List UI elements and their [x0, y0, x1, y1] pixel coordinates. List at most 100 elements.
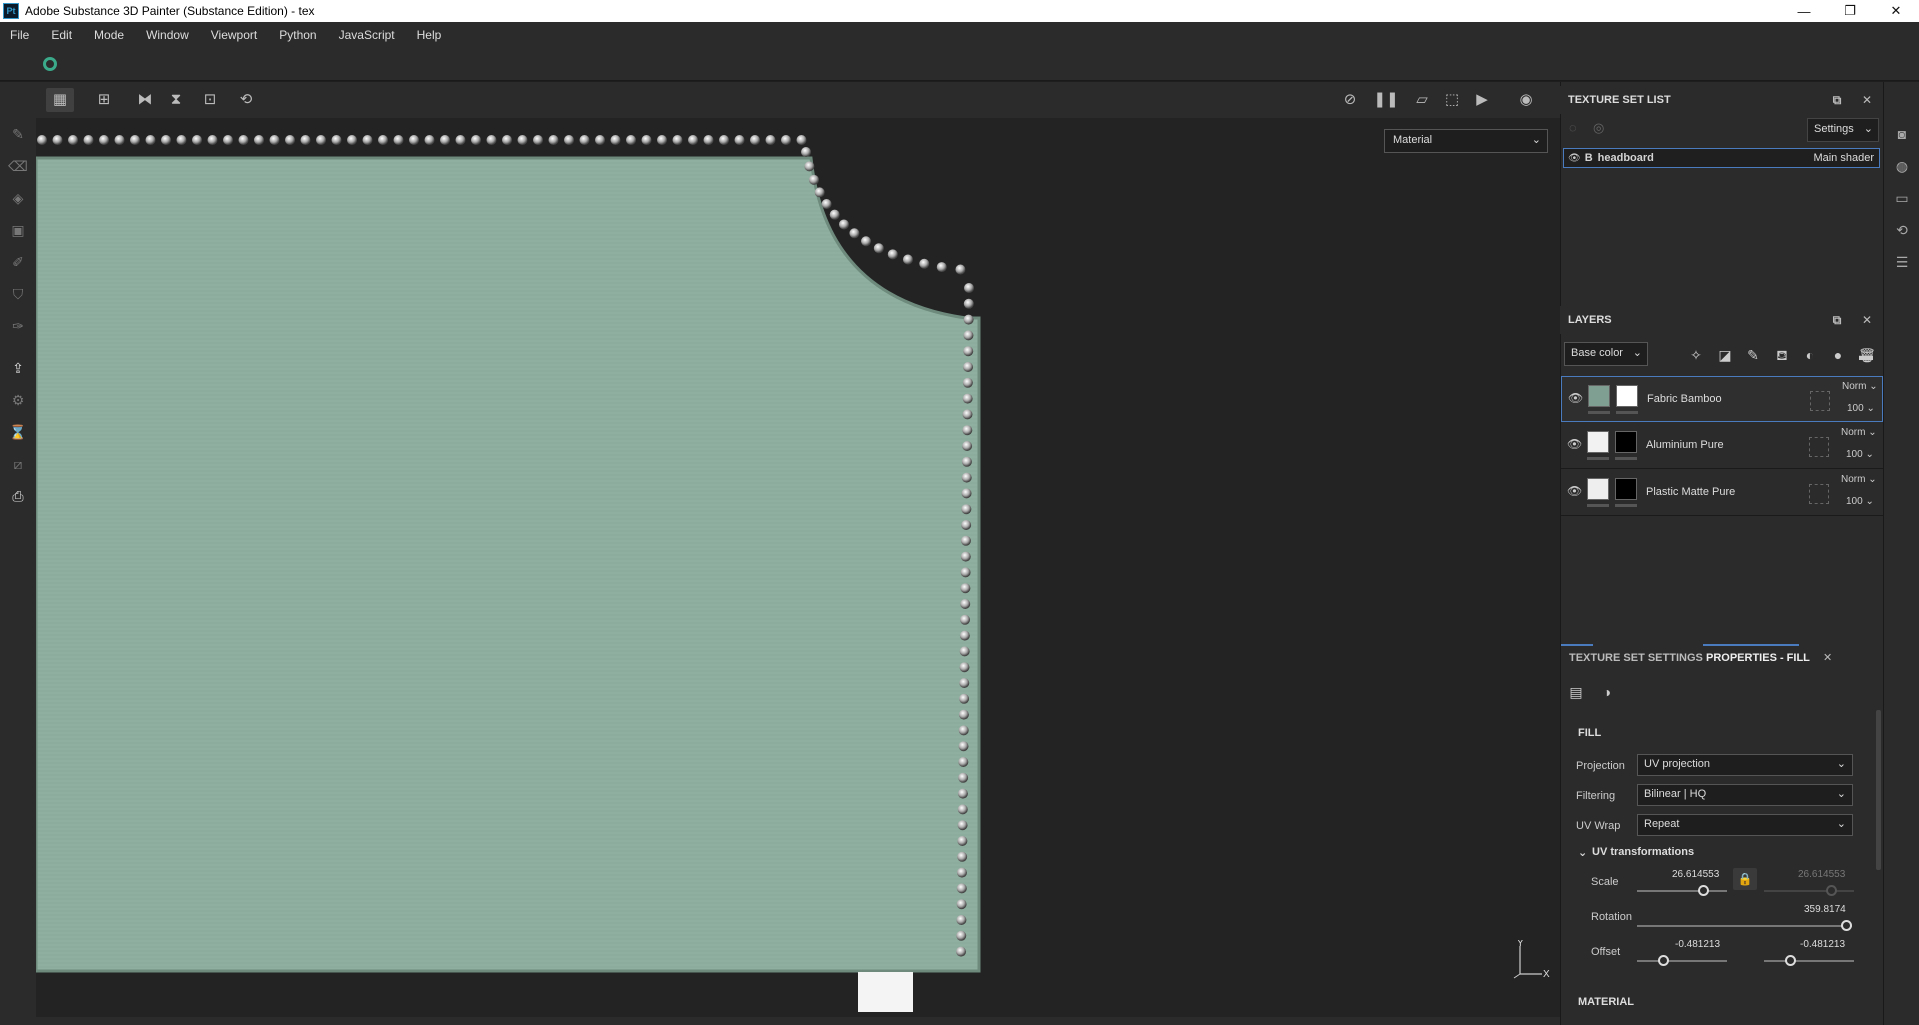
uv-transformations-title[interactable]: UV transformations — [1592, 846, 1694, 858]
menu-edit[interactable]: Edit — [51, 28, 72, 42]
menu-file[interactable]: File — [10, 28, 29, 42]
layer-blend-mode[interactable]: Norm ⌄ — [1842, 381, 1878, 392]
visibility-eye-icon[interactable]: 👁 — [1567, 437, 1582, 451]
viewport-3d[interactable] — [36, 118, 1560, 1017]
texture-set-settings-dropdown[interactable]: Settings ⌄ — [1807, 118, 1879, 142]
filtering-select[interactable]: Bilinear | HQ ⌄ — [1637, 784, 1853, 806]
trash-icon[interactable]: 🗑 — [1857, 345, 1877, 365]
visibility-eye-icon[interactable]: 👁 — [1568, 153, 1581, 164]
close-button[interactable]: ✕ — [1873, 0, 1919, 22]
assets-icon[interactable]: ▭ — [1892, 188, 1912, 208]
history-icon[interactable]: ⟲ — [1892, 220, 1912, 240]
tab-texture-set-settings[interactable]: TEXTURE SET SETTINGS — [1569, 652, 1703, 664]
minimize-button[interactable]: — — [1781, 0, 1827, 22]
properties-scrollbar[interactable] — [1876, 710, 1881, 870]
add-fill-layer-icon[interactable]: ⛾ — [1772, 345, 1792, 365]
offset-slider-v[interactable] — [1764, 960, 1854, 962]
eraser-icon[interactable]: ⌫ — [8, 156, 28, 176]
log-icon[interactable]: ☰ — [1892, 252, 1912, 272]
uv-tool-icon[interactable]: ⧄ — [8, 454, 28, 474]
projection-icon[interactable]: ◈ — [8, 188, 28, 208]
hide-icon[interactable]: ⊘ — [1336, 88, 1364, 112]
paint-brush-icon[interactable]: ✎ — [8, 124, 28, 144]
layer-opacity[interactable]: 100 ⌄ — [1847, 403, 1875, 414]
offset-slider-u-knob[interactable] — [1658, 955, 1669, 966]
scale-slider-u[interactable] — [1637, 890, 1727, 892]
shader-settings-icon[interactable]: ◍ — [1892, 156, 1912, 176]
menu-python[interactable]: Python — [279, 28, 316, 42]
visibility-eye-icon[interactable]: 👁 — [1567, 484, 1582, 498]
tab-properties-fill[interactable]: PROPERTIES - FILL — [1706, 652, 1810, 664]
menu-viewport[interactable]: Viewport — [211, 28, 257, 42]
2d-view-icon[interactable]: ▱ — [1408, 88, 1436, 112]
layer-row[interactable]: 👁 Aluminium Pure Norm ⌄ 100 ⌄ — [1561, 423, 1883, 469]
settings-icon[interactable]: ⚙ — [8, 390, 28, 410]
layer-blend-mode[interactable]: Norm ⌄ — [1841, 474, 1877, 485]
undock-icon[interactable]: ⧉ — [1830, 93, 1844, 107]
add-material-ball-icon[interactable]: ● — [1828, 345, 1848, 365]
export-icon[interactable]: ⇪ — [8, 358, 28, 378]
close-panel-icon[interactable]: ✕ — [1860, 313, 1874, 327]
camera-icon[interactable]: ▶ — [1468, 88, 1496, 112]
add-mask-icon[interactable]: ◪ — [1715, 345, 1735, 365]
layer-mask-slot[interactable] — [1809, 484, 1829, 504]
clone-stamp-icon[interactable]: ⛉ — [8, 284, 28, 304]
reset-view-icon[interactable]: ⟲ — [232, 88, 260, 112]
eye-open-icon[interactable]: ◎ — [1593, 120, 1604, 136]
menu-help[interactable]: Help — [417, 28, 442, 42]
single-view-icon[interactable]: ▦ — [46, 88, 74, 112]
collapse-chevron-icon[interactable]: ⌄ — [1578, 846, 1587, 859]
offset-value-v[interactable]: -0.481213 — [1800, 939, 1845, 950]
layer-row[interactable]: 👁 Fabric Bamboo Norm ⌄ 100 ⌄ — [1561, 376, 1883, 422]
layer-mask-slot[interactable] — [1810, 391, 1830, 411]
smudge-icon[interactable]: ✐ — [8, 252, 28, 272]
mirror-x-icon[interactable]: ⧓ — [131, 88, 159, 112]
layer-row[interactable]: 👁 Plastic Matte Pure Norm ⌄ 100 ⌄ — [1561, 470, 1883, 516]
uvwrap-select[interactable]: Repeat ⌄ — [1637, 814, 1853, 836]
layer-mask-slot[interactable] — [1809, 437, 1829, 457]
menu-window[interactable]: Window — [146, 28, 189, 42]
rotation-slider[interactable] — [1637, 925, 1852, 927]
pause-icon[interactable]: ❚❚ — [1372, 88, 1400, 112]
color-picker-icon[interactable]: ✑ — [8, 316, 28, 336]
material-icon[interactable]: ◑ — [1597, 682, 1617, 702]
offset-slider-v-knob[interactable] — [1785, 955, 1796, 966]
bake-icon[interactable]: ⌛ — [8, 422, 28, 442]
undock-icon[interactable]: ⧉ — [1830, 313, 1844, 327]
maximize-button[interactable]: ❐ — [1827, 0, 1873, 22]
scale-slider-u-knob[interactable] — [1698, 885, 1709, 896]
add-smart-material-icon[interactable]: ◐ — [1800, 345, 1820, 365]
menu-javascript[interactable]: JavaScript — [339, 28, 395, 42]
display-settings-icon[interactable]: ◙ — [1892, 124, 1912, 144]
fill-settings-icon[interactable]: ▤ — [1566, 682, 1586, 702]
visibility-eye-icon[interactable]: 👁 — [1568, 391, 1583, 405]
3d-view-icon[interactable]: ⬚ — [1438, 88, 1466, 112]
lock-icon[interactable]: 🔒 — [1733, 868, 1757, 890]
scale-value-u[interactable]: 26.614553 — [1672, 869, 1719, 880]
layer-blend-mode[interactable]: Norm ⌄ — [1841, 427, 1877, 438]
display-mode-select[interactable]: Material ⌄ — [1384, 129, 1548, 153]
eye-closed-icon[interactable]: ◌ — [1569, 120, 1577, 135]
layer-opacity[interactable]: 100 ⌄ — [1846, 449, 1874, 460]
layer-opacity[interactable]: 100 ⌄ — [1846, 496, 1874, 507]
projection-select[interactable]: UV projection ⌄ — [1637, 754, 1853, 776]
offset-value-u[interactable]: -0.481213 — [1675, 939, 1720, 950]
texture-set-item[interactable]: 👁 B headboard Main shader — [1563, 148, 1880, 168]
channel-select[interactable]: Base color ⌄ — [1564, 342, 1648, 366]
grid-view-icon[interactable]: ⊞ — [90, 88, 118, 112]
offset-slider-u[interactable] — [1637, 960, 1727, 962]
stud — [269, 135, 280, 145]
close-tab-icon[interactable]: ✕ — [1823, 651, 1832, 664]
mirror-y-icon[interactable]: ⧗ — [162, 88, 190, 112]
rotation-value[interactable]: 359.8174 — [1804, 904, 1846, 915]
rotation-slider-knob[interactable] — [1841, 920, 1852, 931]
add-paint-layer-icon[interactable]: ✎ — [1743, 345, 1763, 365]
fit-view-icon[interactable]: ⊡ — [196, 88, 224, 112]
polygon-fill-icon[interactable]: ▣ — [8, 220, 28, 240]
texture-set-shader[interactable]: Main shader — [1813, 152, 1874, 164]
screenshot-camera-icon[interactable]: ◉ — [1512, 88, 1540, 112]
add-effect-icon[interactable]: ✧ — [1686, 345, 1706, 365]
close-panel-icon[interactable]: ✕ — [1860, 93, 1874, 107]
screenshot-icon[interactable]: ⎙ — [8, 486, 28, 506]
menu-mode[interactable]: Mode — [94, 28, 124, 42]
